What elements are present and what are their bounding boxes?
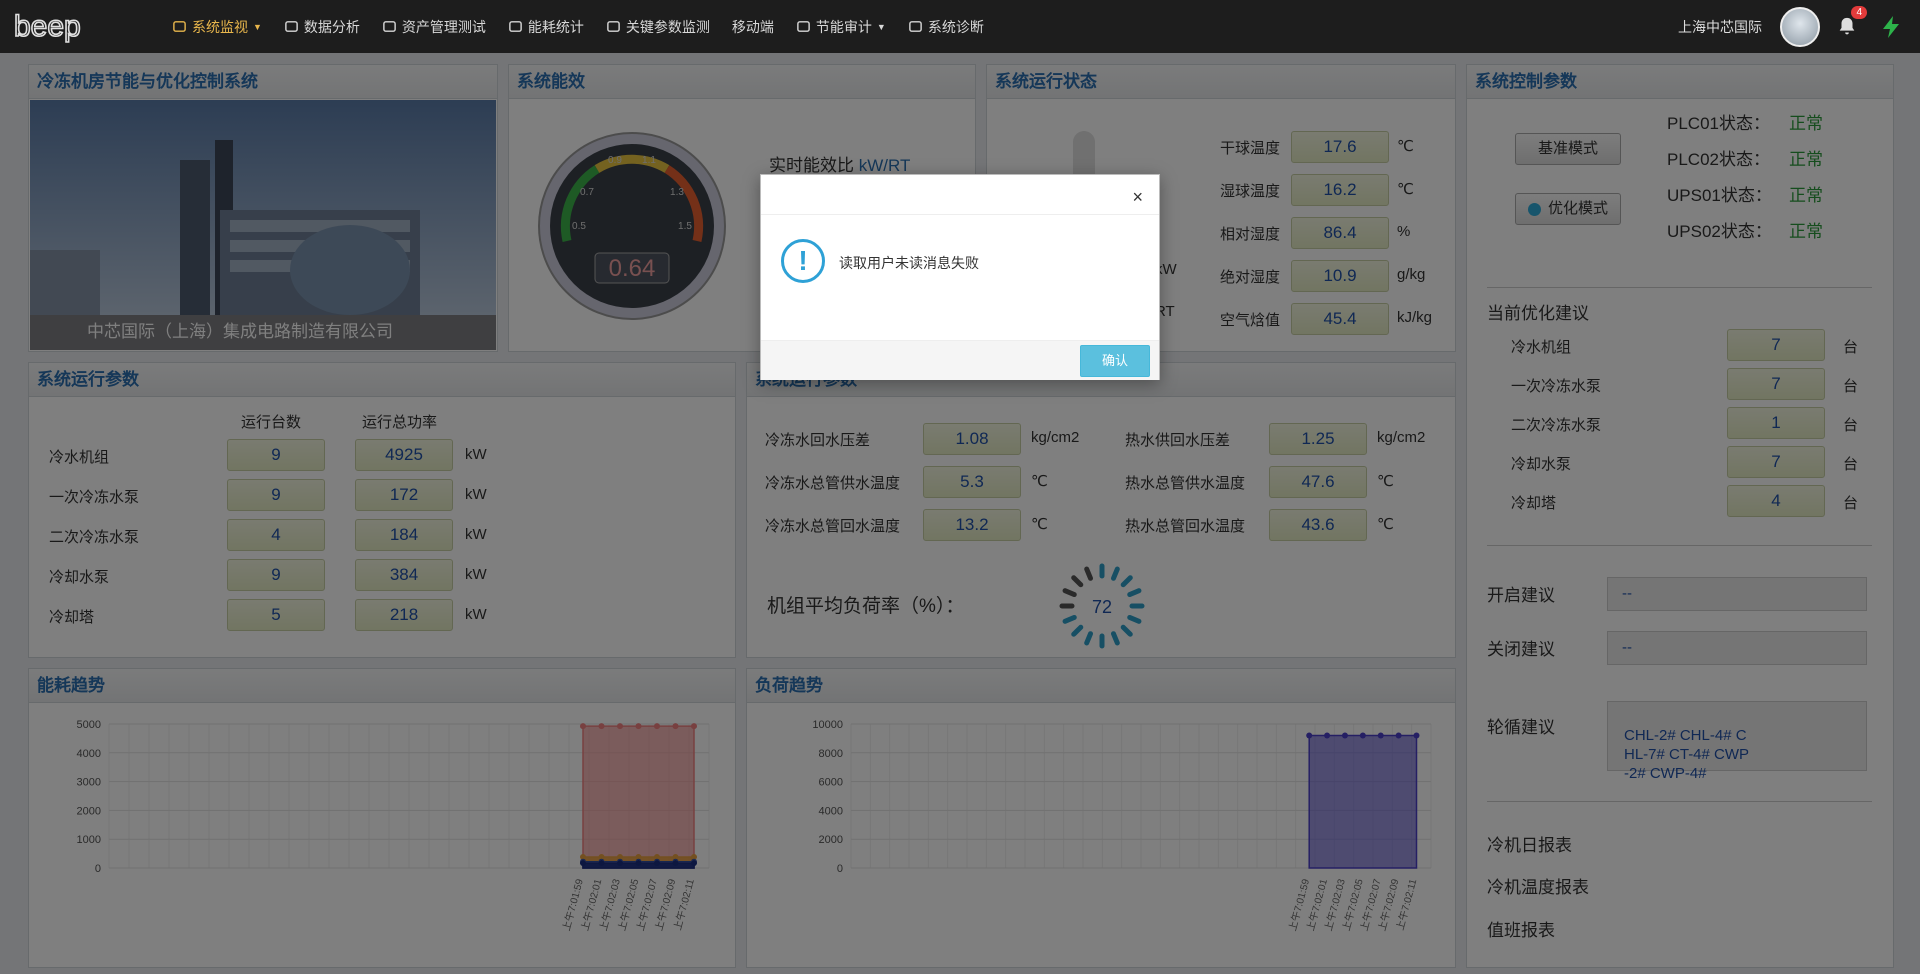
nav-label: 系统监视 [192, 18, 248, 35]
exclamation-icon: ! [781, 239, 825, 283]
close-icon[interactable]: × [1132, 187, 1143, 208]
nav-item-4[interactable]: 关键参数监测 [606, 17, 710, 37]
power-icon[interactable] [1880, 15, 1902, 39]
nav-label: 移动端 [731, 18, 774, 35]
nav-label: 能耗统计 [527, 18, 584, 35]
nav-label: 资产管理测试 [401, 18, 486, 35]
dialog-message: 读取用户未读消息失败 [839, 255, 979, 271]
nav-item-3[interactable]: 能耗统计 [508, 17, 584, 37]
top-navbar: beep 系统监视 ▼ 数据分析 资产管理测试 能耗统计 关键参数监测 移动端 节能审计 ▼ 系统… [0, 0, 1920, 53]
nav-label: 系统诊断 [927, 18, 984, 35]
list-icon [606, 19, 621, 34]
nav-item-0[interactable]: 系统监视 ▼ [172, 17, 262, 37]
company-name[interactable]: 上海中芯国际 [1678, 17, 1762, 37]
analysis-icon [284, 19, 299, 34]
layers-icon [796, 19, 811, 34]
dialog-body: ! 读取用户未读消息失败 [761, 215, 1159, 340]
nav-item-7[interactable]: 系统诊断 [908, 17, 984, 37]
user-avatar[interactable] [1780, 6, 1820, 47]
info-icon [908, 19, 923, 34]
dialog-header: × [761, 175, 1159, 215]
svg-text:beep: beep [14, 10, 81, 43]
asset-icon [382, 19, 397, 34]
error-dialog: × ! 读取用户未读消息失败 确认 [760, 174, 1160, 380]
nav-item-6[interactable]: 节能审计 ▼ [796, 17, 886, 37]
confirm-button[interactable]: 确认 [1080, 345, 1150, 377]
nav-label: 关键参数监测 [625, 18, 710, 35]
bell-icon[interactable]: 4 [1836, 5, 1867, 38]
dialog-footer: 确认 [761, 340, 1159, 380]
notification-badge: 4 [1851, 5, 1867, 19]
caret-down-icon: ▼ [253, 21, 262, 32]
brand-logo[interactable]: beep [12, 6, 102, 46]
dashboard-icon [172, 19, 187, 34]
nav-item-5[interactable]: 移动端 [732, 17, 774, 37]
nav-item-1[interactable]: 数据分析 [284, 17, 360, 37]
nav-label: 节能审计 [815, 18, 872, 35]
nav-label: 数据分析 [303, 18, 360, 35]
nav-item-2[interactable]: 资产管理测试 [382, 17, 486, 37]
caret-down-icon: ▼ [876, 21, 886, 32]
gauge-icon [508, 19, 523, 34]
main-menu: 系统监视 ▼ 数据分析 资产管理测试 能耗统计 关键参数监测 移动端 节能审计 ▼ 系统诊断 [172, 0, 1006, 53]
